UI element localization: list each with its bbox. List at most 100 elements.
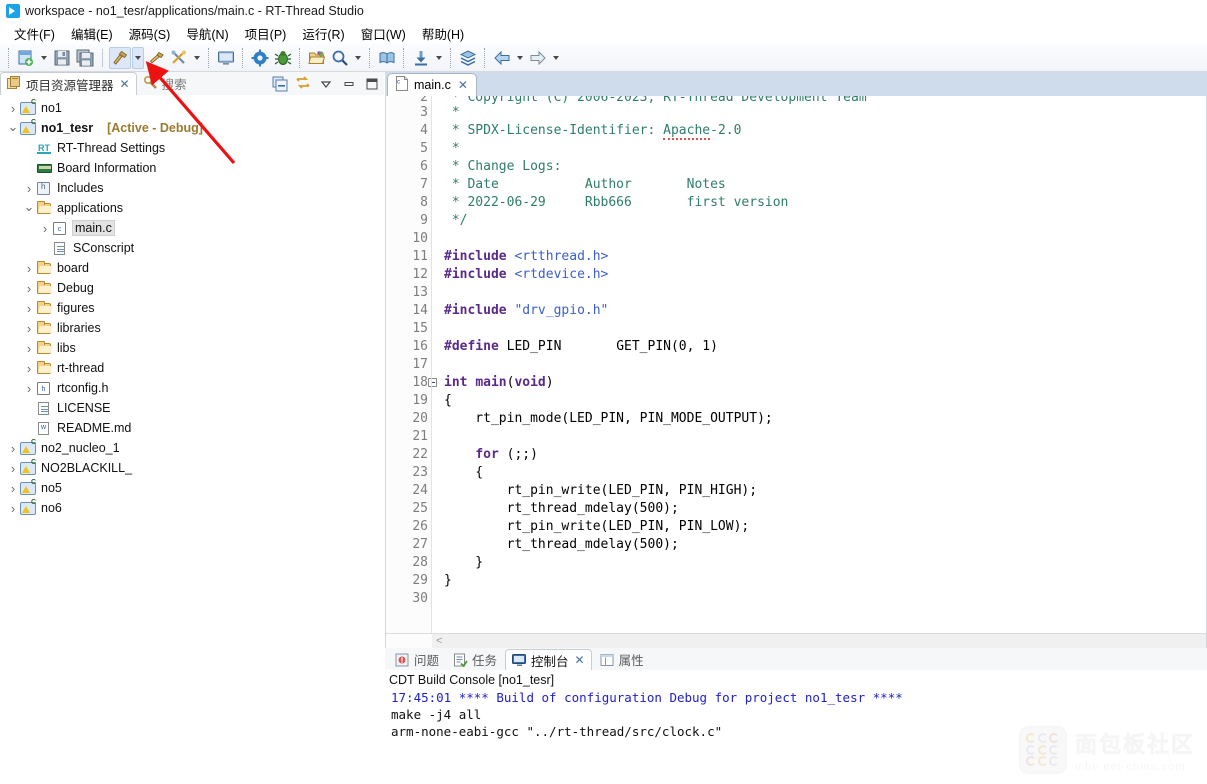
- source-editor[interactable]: 2 3 4 5 6 7 8 9 10 11 12 13 14 15 16 17 18 19 20 21 22 23 24 25…: [386, 96, 1206, 633]
- code-line[interactable]: {: [444, 464, 1206, 482]
- tree-item-figures[interactable]: › figures: [0, 298, 384, 318]
- tree-item-readme-md[interactable]: README.md: [0, 418, 384, 438]
- tree-item-sconscript[interactable]: SConscript: [0, 238, 384, 258]
- chevron-right-icon[interactable]: ›: [38, 222, 52, 235]
- chevron-right-icon[interactable]: ›: [22, 282, 36, 295]
- chevron-right-icon[interactable]: ›: [22, 262, 36, 275]
- code-line[interactable]: * SPDX-License-Identifier: Apache-2.0: [444, 122, 1206, 140]
- code-line[interactable]: * Change Logs:: [444, 158, 1206, 176]
- forward-dropdown-arrow[interactable]: [550, 47, 562, 69]
- menu-navigate[interactable]: 导航(N): [178, 22, 236, 45]
- chevron-right-icon[interactable]: ›: [6, 502, 20, 515]
- tree-item-no1-tesr[interactable]: ⌄ no1_tesr [Active - Debug]: [0, 118, 384, 138]
- code-line[interactable]: [444, 428, 1206, 446]
- tab-tasks[interactable]: 任务: [447, 649, 503, 670]
- tab-properties[interactable]: 属性: [594, 649, 650, 670]
- search-icon[interactable]: [329, 47, 351, 69]
- code-line[interactable]: [444, 320, 1206, 338]
- collapse-all-icon[interactable]: [272, 76, 288, 92]
- code-line[interactable]: rt_thread_mdelay(500);: [444, 536, 1206, 554]
- sdk-manager-icon[interactable]: [457, 47, 479, 69]
- build-dropdown-arrow[interactable]: [132, 46, 144, 69]
- back-dropdown-arrow[interactable]: [514, 47, 526, 69]
- code-line[interactable]: #include "drv_gpio.h": [444, 302, 1206, 320]
- code-line[interactable]: [444, 356, 1206, 374]
- search-dropdown-arrow[interactable]: [352, 47, 364, 69]
- package-manager-icon[interactable]: [376, 47, 398, 69]
- code-line[interactable]: }: [444, 554, 1206, 572]
- tab-project-explorer[interactable]: 项目资源管理器 ✕: [0, 72, 137, 95]
- tree-item-board[interactable]: › board: [0, 258, 384, 278]
- chevron-right-icon[interactable]: ›: [22, 382, 36, 395]
- build-config-icon[interactable]: [168, 47, 190, 69]
- link-with-editor-icon[interactable]: [295, 75, 311, 92]
- code-line[interactable]: [444, 230, 1206, 248]
- save-all-icon[interactable]: [74, 47, 96, 69]
- new-project-icon[interactable]: [15, 47, 37, 69]
- chevron-down-icon[interactable]: ⌄: [22, 200, 36, 213]
- code-line[interactable]: [444, 590, 1206, 608]
- code-line[interactable]: #define LED_PIN GET_PIN(0, 1): [444, 338, 1206, 356]
- chevron-right-icon[interactable]: ›: [22, 182, 36, 195]
- new-dropdown-arrow[interactable]: [38, 47, 50, 69]
- open-resource-icon[interactable]: [306, 47, 328, 69]
- close-icon[interactable]: ✕: [575, 654, 585, 666]
- tree-item-no6[interactable]: › no6: [0, 498, 384, 518]
- menu-run[interactable]: 运行(R): [294, 22, 352, 45]
- tree-item-no1[interactable]: › no1: [0, 98, 384, 118]
- settings-gear-icon[interactable]: [249, 47, 271, 69]
- tree-item-no2blackill-[interactable]: › NO2BLACKILL_: [0, 458, 384, 478]
- menu-edit[interactable]: 编辑(E): [63, 22, 121, 45]
- code-line[interactable]: rt_pin_write(LED_PIN, PIN_LOW);: [444, 518, 1206, 536]
- chevron-right-icon[interactable]: ›: [6, 462, 20, 475]
- tree-item-main-c[interactable]: › c main.c: [0, 218, 384, 238]
- tree-item-rtconfig-h[interactable]: › h rtconfig.h: [0, 378, 384, 398]
- code-line[interactable]: */: [444, 212, 1206, 230]
- tree-item-includes[interactable]: › Includes: [0, 178, 384, 198]
- forward-icon[interactable]: [527, 47, 549, 69]
- tree-item-debug[interactable]: › Debug: [0, 278, 384, 298]
- build-config-arrow[interactable]: [191, 47, 203, 69]
- save-icon[interactable]: [51, 47, 73, 69]
- chevron-right-icon[interactable]: ›: [22, 342, 36, 355]
- view-menu-icon[interactable]: [318, 76, 334, 92]
- code-line[interactable]: #include <rtdevice.h>: [444, 266, 1206, 284]
- tree-item-libraries[interactable]: › libraries: [0, 318, 384, 338]
- editor-horizontal-scrollbar[interactable]: <: [386, 633, 1206, 648]
- code-line[interactable]: #include <rtthread.h>: [444, 248, 1206, 266]
- tree-item-no2-nucleo-1[interactable]: › no2_nucleo_1: [0, 438, 384, 458]
- tab-problems[interactable]: 问题: [389, 649, 445, 670]
- project-tree[interactable]: › no1 ⌄ no1_tesr [Active - Debug] RT RT-Thread…: [0, 95, 384, 784]
- tree-item-rt-thread-settings[interactable]: RT RT-Thread Settings: [0, 138, 384, 158]
- code-line[interactable]: }: [444, 572, 1206, 590]
- tree-item-applications[interactable]: ⌄ applications: [0, 198, 384, 218]
- code-line[interactable]: *: [444, 140, 1206, 158]
- tab-search[interactable]: 搜索: [137, 72, 193, 95]
- tree-item-no5[interactable]: › no5: [0, 478, 384, 498]
- code-line[interactable]: rt_pin_write(LED_PIN, PIN_HIGH);: [444, 482, 1206, 500]
- chevron-down-icon[interactable]: ⌄: [6, 120, 20, 133]
- code-line[interactable]: [444, 284, 1206, 302]
- code-line[interactable]: *: [444, 104, 1206, 122]
- menu-window[interactable]: 窗口(W): [353, 22, 414, 45]
- code-line[interactable]: * 2022-06-29 Rbb666 first version: [444, 194, 1206, 212]
- chevron-right-icon[interactable]: ›: [6, 102, 20, 115]
- menu-source[interactable]: 源码(S): [121, 22, 179, 45]
- tree-item-board-information[interactable]: Board Information: [0, 158, 384, 178]
- clean-icon[interactable]: [145, 47, 167, 69]
- tree-item-libs[interactable]: › libs: [0, 338, 384, 358]
- code-line[interactable]: * Date Author Notes: [444, 176, 1206, 194]
- source-code[interactable]: * Copyright (C) 2006-2023, RT-Thread Dev…: [432, 96, 1206, 633]
- chevron-right-icon[interactable]: ›: [22, 302, 36, 315]
- debug-bug-icon[interactable]: [272, 47, 294, 69]
- menu-file[interactable]: 文件(F): [6, 22, 63, 45]
- chevron-right-icon[interactable]: ›: [6, 482, 20, 495]
- maximize-view-icon[interactable]: [364, 76, 380, 92]
- close-icon[interactable]: ✕: [458, 79, 468, 91]
- code-line[interactable]: {: [444, 392, 1206, 410]
- download-icon[interactable]: [410, 47, 432, 69]
- terminal-icon[interactable]: [215, 47, 237, 69]
- tab-console[interactable]: 控制台 ✕: [505, 649, 592, 670]
- code-line[interactable]: rt_thread_mdelay(500);: [444, 500, 1206, 518]
- scroll-left-icon[interactable]: <: [436, 635, 442, 647]
